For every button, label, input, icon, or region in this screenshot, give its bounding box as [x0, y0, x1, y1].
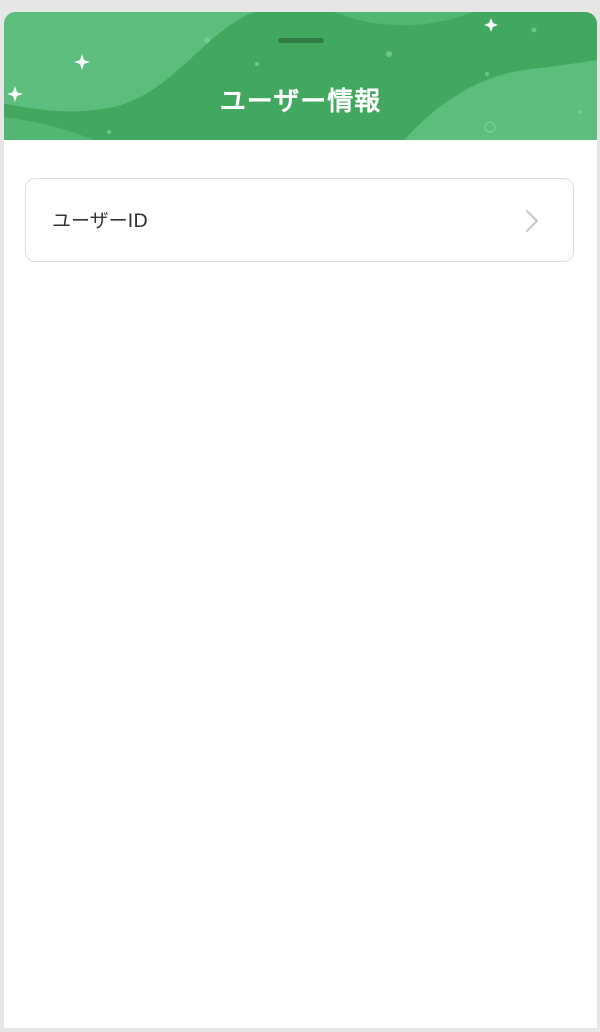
list-item-user-id[interactable]: ユーザーID: [25, 178, 574, 262]
bottom-sheet: ユーザー情報 ユーザーID: [4, 12, 597, 1028]
chevron-right-icon: [526, 210, 538, 232]
sheet-header: ユーザー情報: [4, 12, 597, 140]
page-title: ユーザー情報: [219, 87, 382, 117]
drag-handle[interactable]: [278, 38, 324, 43]
list-item-label: ユーザーID: [52, 210, 148, 232]
